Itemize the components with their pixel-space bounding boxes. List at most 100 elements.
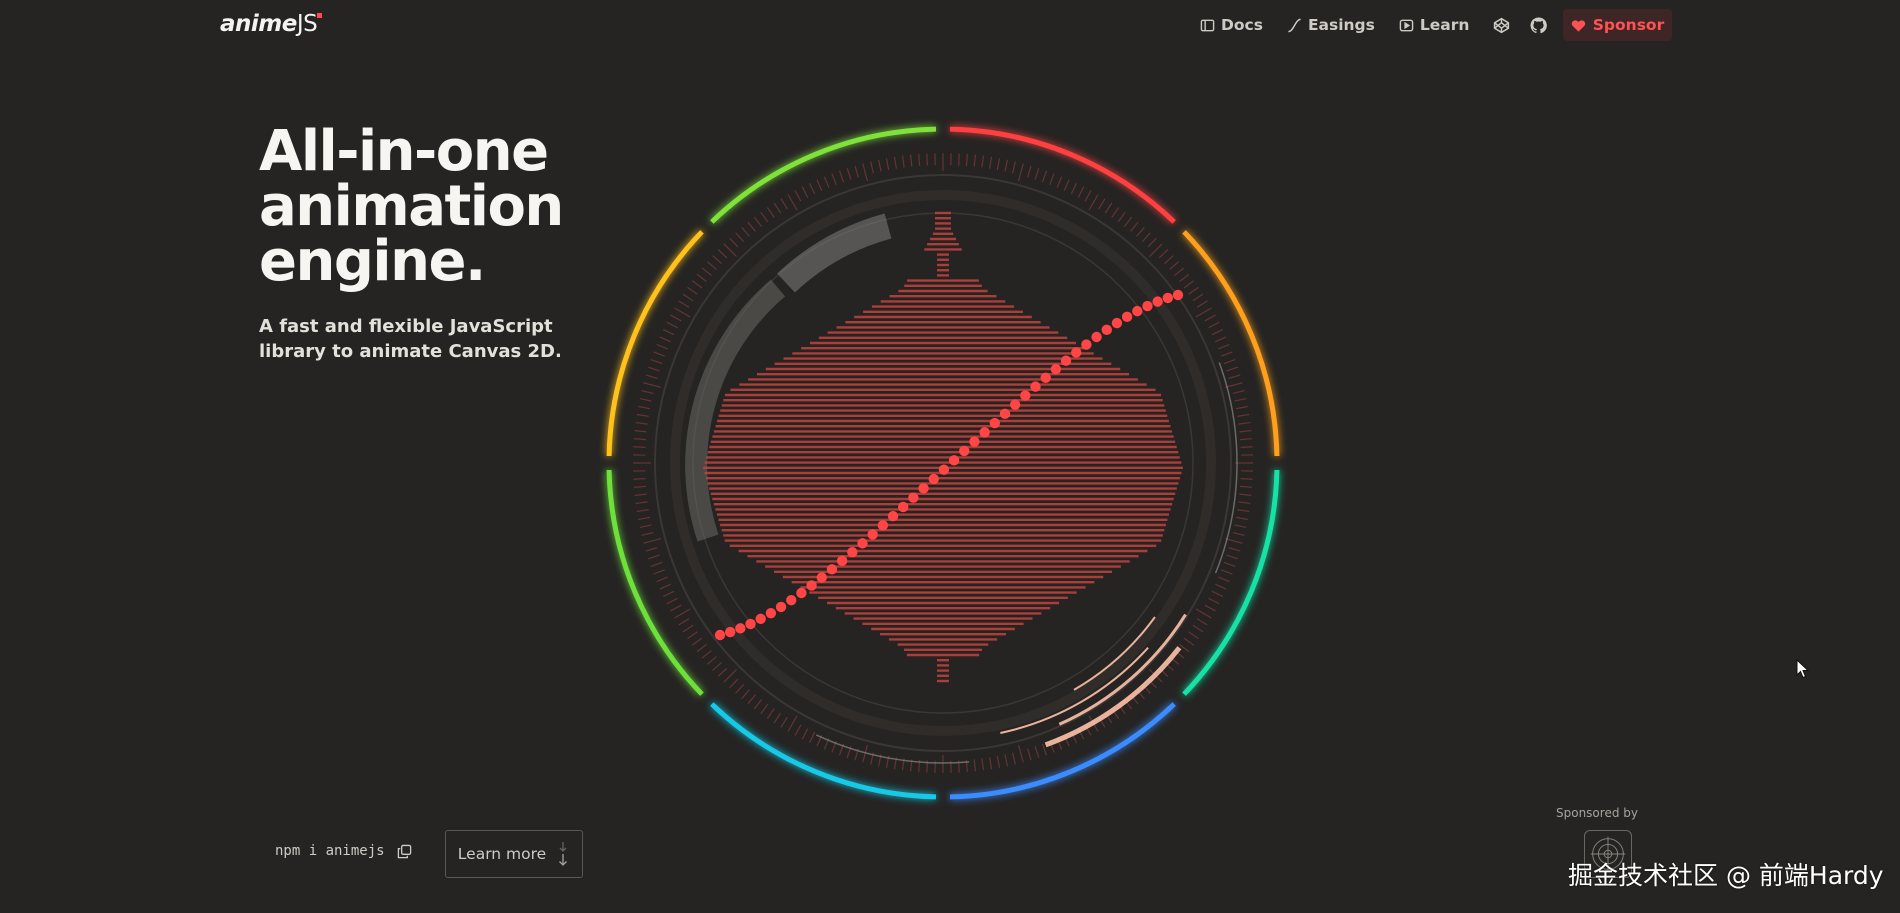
ring-tick xyxy=(678,618,690,626)
wave-dot xyxy=(1040,372,1051,384)
ring-tick xyxy=(1218,343,1230,350)
nav-docs[interactable]: Docs xyxy=(1200,16,1263,34)
ring-tick xyxy=(1232,531,1245,536)
learn-more-button[interactable]: Learn more xyxy=(445,830,583,878)
page: animeJS Docs Easings Learn Sponsor All-i… xyxy=(0,0,1900,913)
ring-tick xyxy=(957,153,960,166)
ring-tick xyxy=(1164,255,1174,265)
animejs-logo[interactable]: animeJS xyxy=(220,11,323,37)
ring-tick xyxy=(1117,211,1126,223)
hero-title-line: All-in-one xyxy=(259,119,549,184)
wave-dot xyxy=(887,510,899,522)
codepen-link[interactable] xyxy=(1493,17,1510,34)
easing-curve-icon xyxy=(1288,18,1301,32)
ring-tick xyxy=(773,712,782,724)
ring-tick xyxy=(1063,179,1070,192)
ring-tick xyxy=(918,153,921,166)
mouse-cursor-icon xyxy=(1796,659,1810,679)
wave-dot xyxy=(1101,324,1112,336)
wave-dot xyxy=(1060,355,1072,366)
ring-tick xyxy=(981,155,985,168)
wave-dot xyxy=(918,483,929,494)
ring-tick xyxy=(641,531,654,536)
ring-tick xyxy=(735,232,745,242)
ring-tick xyxy=(787,715,798,732)
ring-tick xyxy=(885,158,890,171)
hero-title-line: engine. xyxy=(259,229,486,294)
wave-dot xyxy=(1121,311,1133,323)
wave-dot xyxy=(1071,347,1082,358)
ring-tick xyxy=(682,293,694,302)
ring-tick xyxy=(1235,516,1248,521)
hero-title: All-in-one animation engine. xyxy=(259,119,619,294)
ring-tick xyxy=(877,159,882,172)
logo-suffix: JS xyxy=(296,11,318,37)
ring-tick xyxy=(1049,173,1055,186)
wave-dot xyxy=(836,555,848,567)
ring-tick xyxy=(1218,576,1230,583)
copy-icon[interactable] xyxy=(397,844,412,859)
ring-tick xyxy=(989,156,993,169)
ring-tick xyxy=(1211,590,1224,597)
ring-tick xyxy=(635,421,648,425)
ring-tick xyxy=(1004,159,1009,172)
nav-learn[interactable]: Learn xyxy=(1399,16,1470,34)
ring-tick xyxy=(816,179,823,192)
ring-tick xyxy=(1196,300,1208,308)
nav-learn-label: Learn xyxy=(1419,16,1470,34)
wave-dot xyxy=(806,580,817,591)
ring-tick xyxy=(741,689,750,700)
ring-tick xyxy=(643,382,662,389)
ring-tick xyxy=(838,170,845,183)
ring-tick xyxy=(1195,307,1212,318)
wave-dot xyxy=(908,492,919,503)
ring-tick xyxy=(1192,293,1204,302)
sponsor-button[interactable]: Sponsor xyxy=(1563,9,1672,41)
ring-tick xyxy=(794,190,802,202)
arrow-down-icon xyxy=(559,842,568,866)
ring-tick xyxy=(773,202,782,214)
ring-tick xyxy=(1188,631,1199,640)
ring-tick xyxy=(1088,194,1099,211)
ring-tick xyxy=(1034,746,1040,759)
ring-tick xyxy=(1130,221,1139,232)
ring-tick xyxy=(1011,752,1016,765)
ring-tick xyxy=(1179,273,1190,283)
ring-tick xyxy=(1183,280,1195,289)
ring-tick xyxy=(701,650,712,659)
ring-tick xyxy=(633,446,646,449)
ring-tick xyxy=(1192,624,1204,633)
ring-tick xyxy=(1027,165,1032,178)
ring-tick xyxy=(766,207,775,218)
ring-tick xyxy=(1228,547,1241,552)
ring-tick xyxy=(1240,438,1253,441)
ring-tick xyxy=(1239,429,1252,433)
wave-dot xyxy=(745,618,756,630)
ring-tick xyxy=(1011,161,1016,174)
heart-icon xyxy=(1571,19,1585,32)
ring-tick xyxy=(1237,413,1250,417)
ring-tick xyxy=(696,273,707,283)
ring-tick xyxy=(809,731,816,744)
wave-dot xyxy=(969,436,980,447)
ring-tick xyxy=(753,699,763,710)
ring-tick xyxy=(1077,186,1085,198)
ring-tick xyxy=(1017,744,1024,763)
ring-tick xyxy=(996,755,1001,768)
ring-tick xyxy=(645,547,658,552)
ring-tick xyxy=(729,678,739,689)
wave-dot xyxy=(867,529,878,540)
ring-tick xyxy=(639,524,652,529)
ring-tick xyxy=(701,267,712,276)
ring-tick xyxy=(801,728,809,740)
wave-dot xyxy=(928,473,939,485)
sponsored-by-label: Sponsored by xyxy=(1556,806,1638,820)
wave-dot xyxy=(1142,300,1153,312)
nav-easings[interactable]: Easings xyxy=(1287,16,1375,34)
github-link[interactable] xyxy=(1530,17,1548,34)
npm-install[interactable]: npm i animejs xyxy=(275,843,412,859)
wave-dot xyxy=(1091,331,1102,343)
ring-tick xyxy=(1220,351,1233,357)
ring-tick xyxy=(862,163,869,182)
wave-dot xyxy=(938,464,950,475)
